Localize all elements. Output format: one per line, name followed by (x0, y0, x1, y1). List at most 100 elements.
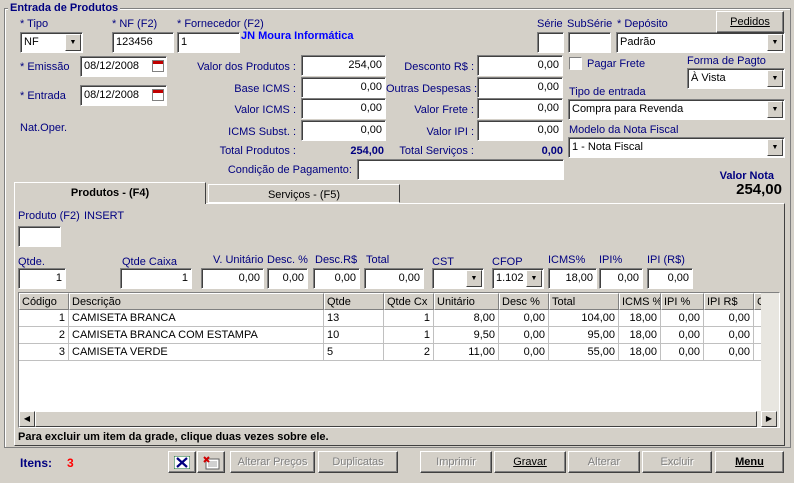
outras-despesas-input[interactable]: 0,00 (477, 77, 563, 98)
table-row[interactable]: 2 CAMISETA BRANCA COM ESTAMPA 10 1 9,50 0,00 9… (19, 327, 761, 344)
tipo-entrada-select[interactable]: Compra para Revenda ▼ (568, 99, 785, 120)
table-cell: 5 (324, 344, 384, 361)
cst-label: CST (432, 256, 454, 268)
total-produtos-label: Total Produtos : (219, 145, 296, 157)
subserie-input[interactable] (568, 32, 611, 53)
v-unitario-input[interactable]: 0,00 (201, 268, 264, 289)
chevron-down-icon[interactable]: ▼ (767, 70, 783, 87)
chevron-down-icon[interactable]: ▼ (767, 101, 783, 118)
grid-header-cell[interactable]: IPI R$ (704, 293, 754, 310)
total-servicos-label: Total Serviços : (399, 145, 474, 157)
excluir-button[interactable]: Excluir (642, 451, 712, 473)
vertical-scrollbar[interactable] (761, 293, 779, 411)
cst-select[interactable]: ▼ (432, 268, 484, 289)
chevron-down-icon[interactable]: ▼ (526, 270, 542, 287)
table-cell: 1 (19, 310, 69, 327)
produto-input[interactable] (18, 226, 61, 247)
valor-produtos-input[interactable]: 254,00 (301, 55, 386, 76)
tab-produtos[interactable]: Produtos - (F4) (14, 182, 206, 204)
fornecedor-name: JN Moura Informática (241, 30, 354, 42)
emissao-date-input[interactable]: 08/12/2008 (80, 56, 167, 77)
grid-header-cell[interactable]: Desc % (499, 293, 549, 310)
menu-button[interactable]: Menu (715, 451, 784, 473)
tab-servicos[interactable]: Serviços - (F5) (208, 184, 400, 203)
entrada-date-input[interactable]: 08/12/2008 (80, 85, 167, 106)
alterar-button[interactable]: Alterar (568, 451, 640, 473)
base-icms-input[interactable]: 0,00 (301, 77, 386, 98)
grid-header-cell[interactable]: Qtde Cx (384, 293, 434, 310)
desc-rs-input[interactable]: 0,00 (313, 268, 360, 289)
cfop-select[interactable]: 1.102 ▼ (492, 268, 544, 289)
delete-sheet-button[interactable] (197, 451, 225, 473)
grid-hint: Para excluir um item da grade, clique du… (18, 431, 329, 443)
grid-header-cell[interactable]: Cus (754, 293, 761, 310)
chevron-down-icon[interactable]: ▼ (767, 34, 783, 51)
duplicatas-button[interactable]: Duplicatas (318, 451, 398, 473)
valor-icms-input[interactable]: 0,00 (301, 98, 386, 119)
grid-header-cell[interactable]: Qtde (324, 293, 384, 310)
table-cell: 8,00 (434, 310, 499, 327)
icms-pct-input[interactable]: 18,00 (548, 268, 597, 289)
serie-input[interactable] (537, 32, 564, 53)
grid-header-cell[interactable]: Total (549, 293, 619, 310)
subserie-label: SubSérie (567, 18, 613, 30)
qtde-input[interactable]: 1 (18, 268, 66, 289)
scroll-thumb[interactable] (35, 411, 757, 427)
chevron-down-icon[interactable]: ▼ (65, 34, 81, 51)
qtde-caixa-input[interactable]: 1 (120, 268, 192, 289)
ipi-rs-label: IPI (R$) (647, 254, 685, 266)
deposito-label: * Depósito (617, 18, 668, 30)
table-row[interactable]: 3 CAMISETA VERDE 5 2 11,00 0,00 55,00 18,00 0,00… (19, 344, 761, 361)
icms-subst-input[interactable]: 0,00 (301, 120, 386, 141)
table-row[interactable]: 1 CAMISETA BRANCA 13 1 8,00 0,00 104,00 18,00 0,… (19, 310, 761, 327)
valor-ipi-input[interactable]: 0,00 (477, 120, 563, 141)
horizontal-scrollbar[interactable]: ◀ ▶ (19, 411, 779, 427)
condicao-pagamento-input[interactable] (357, 159, 564, 180)
grid-header-cell[interactable]: Código (19, 293, 69, 310)
gravar-button[interactable]: Gravar (494, 451, 566, 473)
desc-pct-input[interactable]: 0,00 (267, 268, 308, 289)
grid-header-cell[interactable]: Descrição (69, 293, 324, 310)
table-cell: 55,00 (549, 344, 619, 361)
tipo-select[interactable]: NF ▼ (20, 32, 83, 53)
table-cell: 1 (384, 310, 434, 327)
scroll-left-button[interactable]: ◀ (19, 411, 35, 427)
modelo-nf-select[interactable]: 1 - Nota Fiscal ▼ (568, 137, 785, 158)
ipi-pct-input[interactable]: 0,00 (599, 268, 643, 289)
scroll-right-button[interactable]: ▶ (761, 411, 777, 427)
pagar-frete-checkbox[interactable] (569, 57, 582, 70)
chevron-down-icon[interactable]: ▼ (767, 139, 783, 156)
grid-header-cell[interactable]: IPI % (661, 293, 704, 310)
nf-input[interactable]: 123456 (112, 32, 174, 53)
alterar-precos-button[interactable]: Alterar Preços (230, 451, 315, 473)
fornecedor-label: * Fornecedor (F2) (177, 18, 264, 30)
grid-header-cell[interactable]: ICMS % (619, 293, 661, 310)
valor-icms-label: Valor ICMS : (234, 104, 296, 116)
table-cell: 0,00 (704, 344, 754, 361)
imprimir-button[interactable]: Imprimir (420, 451, 492, 473)
forma-pagto-select[interactable]: À Vista ▼ (687, 68, 785, 89)
calendar-icon[interactable] (152, 60, 164, 72)
grid-header-cell[interactable]: Unitário (434, 293, 499, 310)
ipi-rs-input[interactable]: 0,00 (647, 268, 693, 289)
deposito-select[interactable]: Padrão ▼ (616, 32, 785, 53)
desc-pct-label: Desc. % (267, 254, 308, 266)
chevron-down-icon[interactable]: ▼ (466, 270, 482, 287)
fornecedor-input[interactable]: 1 (177, 32, 240, 53)
valor-frete-input[interactable]: 0,00 (477, 98, 563, 119)
calendar-icon[interactable] (152, 89, 164, 101)
ipi-pct-label: IPI% (599, 254, 623, 266)
pedidos-button[interactable]: Pedidos (716, 11, 784, 33)
table-cell: CAMISETA BRANCA COM ESTAMPA (69, 327, 324, 344)
serie-label: Série (537, 18, 563, 30)
items-grid[interactable]: Código Descrição Qtde Qtde Cx Unitário Desc %… (18, 292, 780, 428)
total-produtos-value: 254,00 (350, 145, 384, 157)
desconto-input[interactable]: 0,00 (477, 55, 563, 76)
total-input[interactable]: 0,00 (364, 268, 424, 289)
table-cell: 2 (384, 344, 434, 361)
table-cell: 0,00 (661, 310, 704, 327)
table-cell: 0,00 (499, 344, 549, 361)
pagar-frete-label: Pagar Frete (587, 58, 646, 70)
valor-frete-label: Valor Frete : (414, 104, 474, 116)
excel-export-button[interactable] (168, 451, 196, 473)
